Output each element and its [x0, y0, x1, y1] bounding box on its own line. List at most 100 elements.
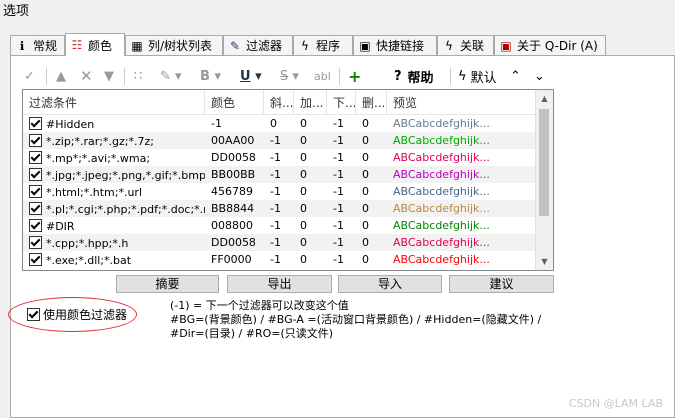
preview-text: ABCabcdefghijk... [393, 219, 490, 232]
checkbox-icon[interactable] [29, 252, 42, 266]
list-item[interactable]: *.zip;*.rar;*.gz;*.7z; 00AA00 -1 0 -1 0 ABCabc… [23, 132, 537, 149]
watermark: CSDN @LAM LAB [568, 397, 663, 410]
italic-value: -1 [270, 185, 281, 198]
color-value: DD0058 [211, 236, 256, 249]
color-value: 008800 [211, 219, 253, 232]
filter-pattern: *.pl;*.cgi;*.php;*.pdf;*.doc;*.rtf;*... [46, 202, 205, 216]
suggest-button[interactable]: 建议 [449, 275, 554, 293]
bold-button[interactable]: B ▾ [200, 65, 221, 87]
tab-shortcuts[interactable]: ▣ 快捷链接 [353, 35, 437, 55]
column-header[interactable]: 颜色 [205, 90, 264, 114]
list-item[interactable]: *.jpg;*.jpeg;*.png,*.gif;*.bmp;*.ico BB00… [23, 166, 537, 183]
column-header[interactable]: 过滤条件 [23, 90, 205, 114]
default-button[interactable]: ϟ 默认 [458, 65, 497, 87]
checkbox-icon[interactable] [29, 201, 42, 215]
column-header[interactable]: 加... [294, 90, 327, 114]
expand-down-icon[interactable]: ⌄ [534, 65, 545, 87]
move-up-icon[interactable]: ▲ [56, 65, 66, 87]
move-down-icon[interactable]: ▼ [104, 65, 114, 87]
pen-icon[interactable]: ✎ ▾ [160, 65, 182, 87]
preview-text: ABCabcdefghijk... [393, 253, 490, 266]
checkbox-icon[interactable] [29, 150, 42, 164]
checkbox-icon[interactable] [27, 308, 40, 321]
italic-value: -1 [270, 253, 281, 266]
check-icon[interactable]: ✓ [24, 65, 35, 87]
delete-icon[interactable]: ✕ [80, 65, 93, 87]
checkbox-icon[interactable] [29, 235, 42, 249]
toolbar: ✓ ▲ ✕ ▼ ∷ ✎ ▾ B ▾ U ▾ S ▾ abl + ? 帮助 ϟ 默认 … [24, 65, 564, 89]
bold-value: 0 [300, 202, 307, 215]
collapse-up-icon[interactable]: ⌃ [510, 65, 521, 87]
color-value: FF0000 [211, 253, 252, 266]
import-button[interactable]: 导入 [338, 275, 442, 293]
tab-colors[interactable]: ☷ 颜色 [65, 33, 125, 56]
summary-button[interactable]: 摘要 [116, 275, 219, 293]
strike-value: 0 [362, 185, 369, 198]
list-item[interactable]: *.mp*;*.avi;*.wma; DD0058 -1 0 -1 0 ABCabcdefg… [23, 149, 537, 166]
color-value: BB8844 [211, 202, 255, 215]
italic-value: 0 [270, 117, 277, 130]
add-icon[interactable]: + [348, 65, 361, 87]
tab-programs[interactable]: ϟ 程序 [293, 35, 353, 55]
tab-columns[interactable]: ▦ 列/树状列表 [125, 35, 223, 55]
vertical-scrollbar[interactable]: ▲ ▼ [535, 90, 553, 270]
italic-value: -1 [270, 151, 281, 164]
preview-text: ABCabcdefghijk... [393, 151, 490, 164]
underline-button[interactable]: U ▾ [240, 65, 262, 87]
color-value: 456789 [211, 185, 253, 198]
underline-value: -1 [333, 253, 344, 266]
filter-list[interactable]: 过滤条件 颜色 斜... 加... 下... 删... 预览 #Hidden -1… [22, 89, 554, 271]
use-color-filter-checkbox[interactable]: 使用颜色过滤器 [27, 306, 127, 323]
underline-value: -1 [333, 168, 344, 181]
column-header[interactable]: 预览 [387, 90, 537, 114]
filter-pattern: *.cpp;*.hpp;*.h [46, 236, 129, 250]
underline-value: -1 [333, 236, 344, 249]
tab-about[interactable]: ▣ 关于 Q-Dir (A) [494, 35, 606, 55]
list-item[interactable]: #DIR 008800 -1 0 -1 0 ABCabcdefghijk... [23, 217, 537, 234]
color-value: DD0058 [211, 151, 256, 164]
checkbox-icon[interactable] [29, 133, 42, 147]
list-item[interactable]: *.exe;*.dll;*.bat FF0000 -1 0 -1 0 ABCabcdefgh… [23, 251, 537, 268]
underline-value: -1 [333, 134, 344, 147]
scroll-up-icon[interactable]: ▲ [536, 90, 553, 107]
column-header[interactable]: 斜... [264, 90, 294, 114]
checkbox-icon[interactable] [29, 167, 42, 181]
info-text: (-1) = 下一个过滤器可以改变这个值 #BG=(背景颜色) / #BG-A … [170, 299, 542, 340]
strikethrough-button[interactable]: S ▾ [280, 65, 299, 87]
tab-association[interactable]: ϟ 关联 [437, 35, 494, 55]
lightning-icon: ϟ [301, 38, 309, 53]
scroll-down-icon[interactable]: ▼ [536, 253, 553, 270]
columns-icon: ▦ [131, 38, 143, 53]
bold-value: 0 [300, 168, 307, 181]
bold-value: 0 [300, 151, 307, 164]
help-button[interactable]: ? 帮助 [394, 65, 434, 87]
italic-value: -1 [270, 134, 281, 147]
list-item[interactable]: #Hidden -1 0 0 -1 0 ABCabcdefghijk... [23, 115, 537, 132]
checkbox-icon[interactable] [29, 184, 42, 198]
tab-filter[interactable]: ✎ 过滤器 [223, 35, 293, 55]
bold-value: 0 [300, 236, 307, 249]
list-item[interactable]: *.pl;*.cgi;*.php;*.pdf;*.doc;*.rtf;*... B… [23, 200, 537, 217]
toolbar-separator [124, 68, 125, 85]
list-item[interactable]: *.html;*.htm;*.url 456789 -1 0 -1 0 ABCabcdefg… [23, 183, 537, 200]
bold-value: 0 [300, 117, 307, 130]
abl-button[interactable]: abl [314, 65, 331, 87]
bold-value: 0 [300, 253, 307, 266]
column-header[interactable]: 删... [356, 90, 387, 114]
tab-general[interactable]: ℹ 常规 [10, 35, 65, 55]
grid-icon[interactable]: ∷ [134, 65, 142, 87]
preview-text: ABCabcdefghijk... [393, 134, 490, 147]
checkbox-icon[interactable] [29, 218, 42, 232]
color-value: -1 [211, 117, 222, 130]
export-button[interactable]: 导出 [227, 275, 332, 293]
preview-text: ABCabcdefghijk... [393, 185, 490, 198]
scroll-thumb[interactable] [539, 109, 549, 216]
column-header[interactable]: 下... [327, 90, 356, 114]
filter-pattern: *.mp*;*.avi;*.wma; [46, 151, 151, 165]
preview-text: ABCabcdefghijk... [393, 117, 490, 130]
list-item[interactable]: *.cpp;*.hpp;*.h DD0058 -1 0 -1 0 ABCabcdefghij… [23, 234, 537, 251]
strike-value: 0 [362, 219, 369, 232]
checkbox-icon[interactable] [29, 116, 42, 130]
link-icon: ▣ [359, 38, 371, 53]
palette-icon: ☷ [71, 38, 83, 52]
